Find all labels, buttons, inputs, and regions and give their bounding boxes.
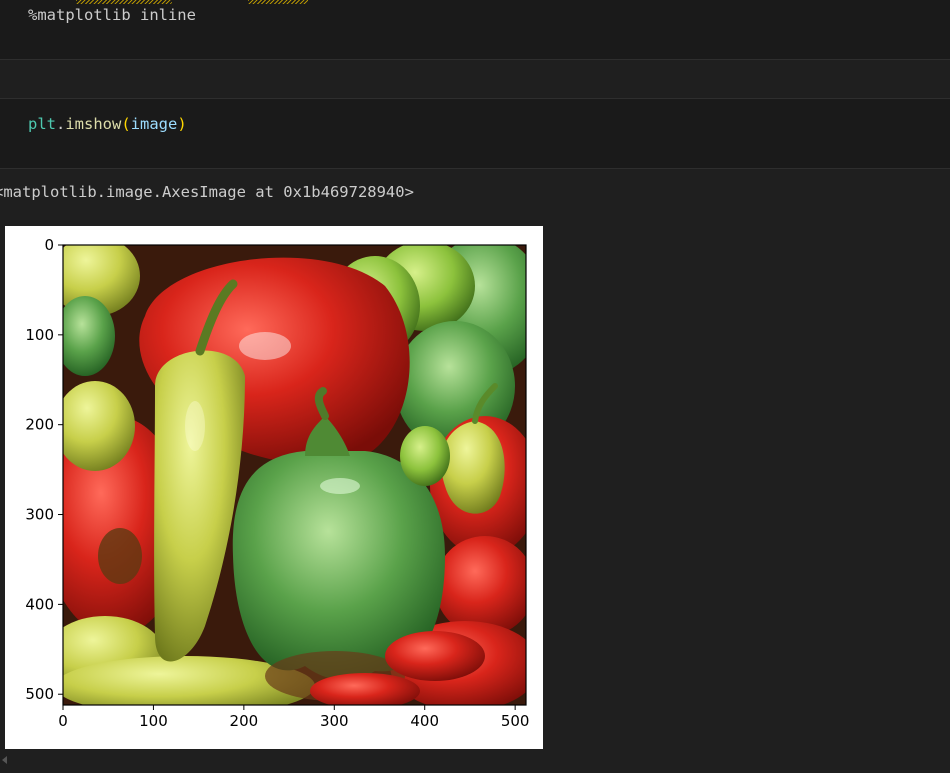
scroll-left-arrow-icon[interactable] [2,756,7,764]
token-imshow: imshow [65,115,122,133]
y-tick-label: 400 [25,595,54,613]
code-line[interactable]: %matplotlib inline [28,5,196,25]
x-tick-label: 100 [139,712,168,730]
code-cell-imshow[interactable]: plt.imshow(image) [0,99,950,169]
y-tick-label: 500 [25,685,54,703]
code-line[interactable]: plt.imshow(image) [28,114,187,134]
cell-divider[interactable] [0,60,950,99]
token-dot: . [56,115,66,133]
plot-svg: 0 100 200 300 400 5000100200300400500 [25,236,530,730]
y-tick-label: 300 [25,506,54,524]
token-plt: plt [28,115,56,133]
x-tick-label: 300 [320,712,349,730]
cell-output-text: <matplotlib.image.AxesImage at 0x1b46972… [0,183,414,201]
x-tick-label: 500 [501,712,530,730]
x-tick-label: 400 [410,712,439,730]
y-tick-label: 200 [25,416,54,434]
warning-squiggle [76,0,172,4]
output-figure: 0 100 200 300 400 500 0 100 200 300 400 500 [5,226,543,749]
token-close-paren: ) [177,115,187,133]
warning-squiggle [248,0,308,4]
x-tick-label: 200 [230,712,259,730]
token-image: image [130,115,178,133]
peppers-image [63,245,526,705]
y-tick-label: 100 [25,326,54,344]
y-tick-label: 0 [44,236,54,254]
token-open-paren: ( [121,115,131,133]
code-cell-magic[interactable]: %matplotlib inline [0,0,950,60]
x-tick-label: 0 [58,712,68,730]
